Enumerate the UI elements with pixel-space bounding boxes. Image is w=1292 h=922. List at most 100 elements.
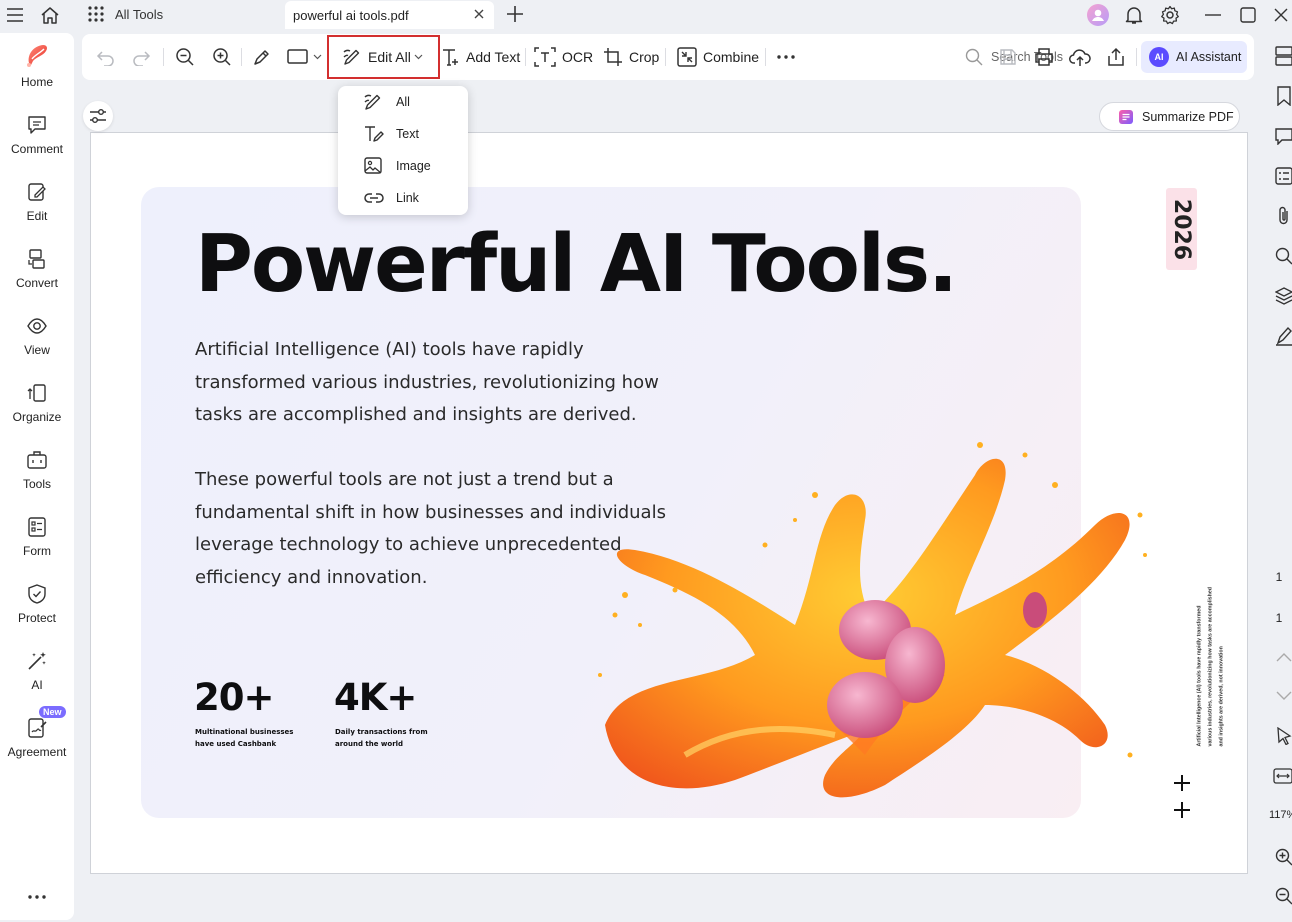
edit-menu-image[interactable]: Image	[338, 150, 468, 182]
ocr-button[interactable]: OCR	[534, 34, 593, 80]
ai-assistant-label: AI Assistant	[1176, 50, 1242, 64]
select-cursor-icon[interactable]	[1274, 725, 1292, 747]
add-text-label: Add Text	[466, 49, 521, 65]
vertical-side-text: Artificial Intelligence (AI) tools have …	[1196, 586, 1225, 747]
layers-icon[interactable]	[1274, 285, 1292, 307]
search-document-icon[interactable]	[1274, 245, 1292, 267]
document-paragraph-1: Artificial Intelligence (AI) tools have …	[195, 339, 659, 425]
more-tools-icon[interactable]	[777, 34, 801, 80]
more-icon[interactable]	[26, 887, 48, 907]
nav-view[interactable]: View	[0, 315, 74, 357]
nav-label-comment: Comment	[10, 142, 63, 156]
stat-1-label: Multinational businesses have used Cashb…	[195, 728, 294, 748]
edit-text-icon	[365, 126, 384, 142]
nav-home[interactable]: Home	[0, 41, 74, 89]
nav-organize[interactable]: Organize	[0, 382, 74, 424]
ocr-label: OCR	[562, 49, 594, 65]
zoom-out-icon[interactable]	[175, 34, 201, 80]
abstract-3d-image	[585, 425, 1160, 805]
nav-label-protect: Protect	[17, 611, 56, 625]
redo-icon[interactable]	[131, 34, 157, 80]
bookmark-icon[interactable]	[1274, 85, 1292, 107]
zoom-level[interactable]: 117%	[1269, 809, 1292, 821]
new-tab-icon[interactable]	[504, 3, 526, 25]
zoom-out-side-icon[interactable]	[1274, 886, 1292, 906]
zoom-in-side-icon[interactable]	[1274, 847, 1292, 867]
gear-icon[interactable]	[1158, 3, 1182, 27]
fit-width-icon[interactable]	[1272, 766, 1292, 786]
close-tab-icon[interactable]	[472, 7, 486, 21]
summarize-pdf-button[interactable]: Summarize PDF	[1099, 102, 1240, 131]
apps-grid-icon[interactable]	[86, 4, 106, 24]
combine-button[interactable]: Combine	[677, 34, 759, 80]
summarize-icon	[1119, 109, 1133, 124]
undo-icon[interactable]	[96, 34, 122, 80]
nav-label-view: View	[24, 343, 50, 357]
close-window-icon[interactable]	[1270, 4, 1292, 26]
ai-icon	[26, 650, 48, 672]
form-fields-icon[interactable]	[1274, 165, 1292, 187]
nav-edit[interactable]: Edit	[0, 181, 74, 223]
maximize-icon[interactable]	[1237, 4, 1259, 26]
crop-button[interactable]: Crop	[603, 34, 659, 80]
protect-icon	[26, 583, 48, 605]
shape-rectangle-icon[interactable]	[287, 34, 328, 80]
edit-menu-text[interactable]: Text	[338, 118, 468, 150]
combine-label: Combine	[703, 49, 760, 65]
nav-convert[interactable]: Convert	[0, 248, 74, 290]
nav-tools[interactable]: Tools	[0, 449, 74, 491]
ocr-icon	[534, 47, 556, 67]
save-icon[interactable]	[999, 34, 1023, 80]
comments-panel-icon[interactable]	[1274, 125, 1292, 147]
zoom-in-icon[interactable]	[212, 34, 238, 80]
nav-agreement[interactable]: Agreement New	[0, 706, 74, 759]
nav-form[interactable]: Form	[0, 516, 74, 558]
convert-icon	[26, 248, 48, 270]
print-icon[interactable]	[1034, 34, 1060, 80]
nav-ai[interactable]: AI	[0, 650, 74, 692]
add-text-button[interactable]: Add Text	[440, 34, 520, 80]
next-page-icon[interactable]	[1274, 686, 1292, 706]
edit-menu-all[interactable]: All	[338, 86, 468, 118]
page-settings-icon[interactable]	[83, 101, 113, 131]
minimize-icon[interactable]	[1202, 4, 1224, 26]
file-tab-label: powerful ai tools.pdf	[293, 7, 409, 23]
file-tab[interactable]: powerful ai tools.pdf	[285, 1, 494, 29]
view-icon	[26, 315, 48, 337]
tools-icon	[26, 449, 48, 471]
edit-all-highlight	[327, 35, 440, 79]
nav-label-edit: Edit	[26, 209, 48, 223]
edit-all-icon	[364, 94, 381, 110]
thumbnails-icon[interactable]	[1274, 45, 1292, 67]
signature-icon[interactable]	[1274, 325, 1292, 347]
plus-mark-icon	[1172, 800, 1192, 820]
nav-label-organize: Organize	[12, 410, 62, 424]
prev-page-icon[interactable]	[1274, 647, 1292, 667]
share-icon[interactable]	[1106, 34, 1132, 80]
nav-label-ai: AI	[31, 678, 43, 692]
edit-menu-link-label: Link	[396, 191, 419, 205]
current-page-number[interactable]: 1	[1266, 570, 1292, 584]
cloud-upload-icon[interactable]	[1069, 34, 1097, 80]
attachment-icon[interactable]	[1274, 205, 1292, 227]
right-rail: 1 1 117%	[1266, 33, 1292, 922]
edit-image-icon	[364, 157, 382, 174]
plus-mark-icon	[1172, 773, 1192, 793]
stat-1-value: 20+	[194, 676, 274, 719]
nav-protect[interactable]: Protect	[0, 583, 74, 625]
nav-label-home: Home	[20, 75, 53, 89]
bell-icon[interactable]	[1122, 3, 1146, 27]
search-icon	[965, 48, 983, 66]
home-icon[interactable]	[38, 3, 62, 27]
form-icon	[26, 516, 48, 538]
ai-assistant-button[interactable]: AI AI Assistant	[1141, 41, 1247, 73]
all-tools-link[interactable]: All Tools	[115, 6, 163, 22]
new-badge: New	[39, 706, 66, 718]
left-nav: Home Comment Edit Convert View Organize …	[0, 33, 74, 920]
highlight-pen-icon[interactable]	[252, 34, 278, 80]
avatar[interactable]	[1086, 3, 1110, 27]
nav-label-agreement: Agreement	[7, 745, 67, 759]
nav-comment[interactable]: Comment	[0, 114, 74, 156]
edit-menu-link[interactable]: Link	[338, 182, 468, 214]
menu-icon[interactable]	[4, 4, 26, 26]
